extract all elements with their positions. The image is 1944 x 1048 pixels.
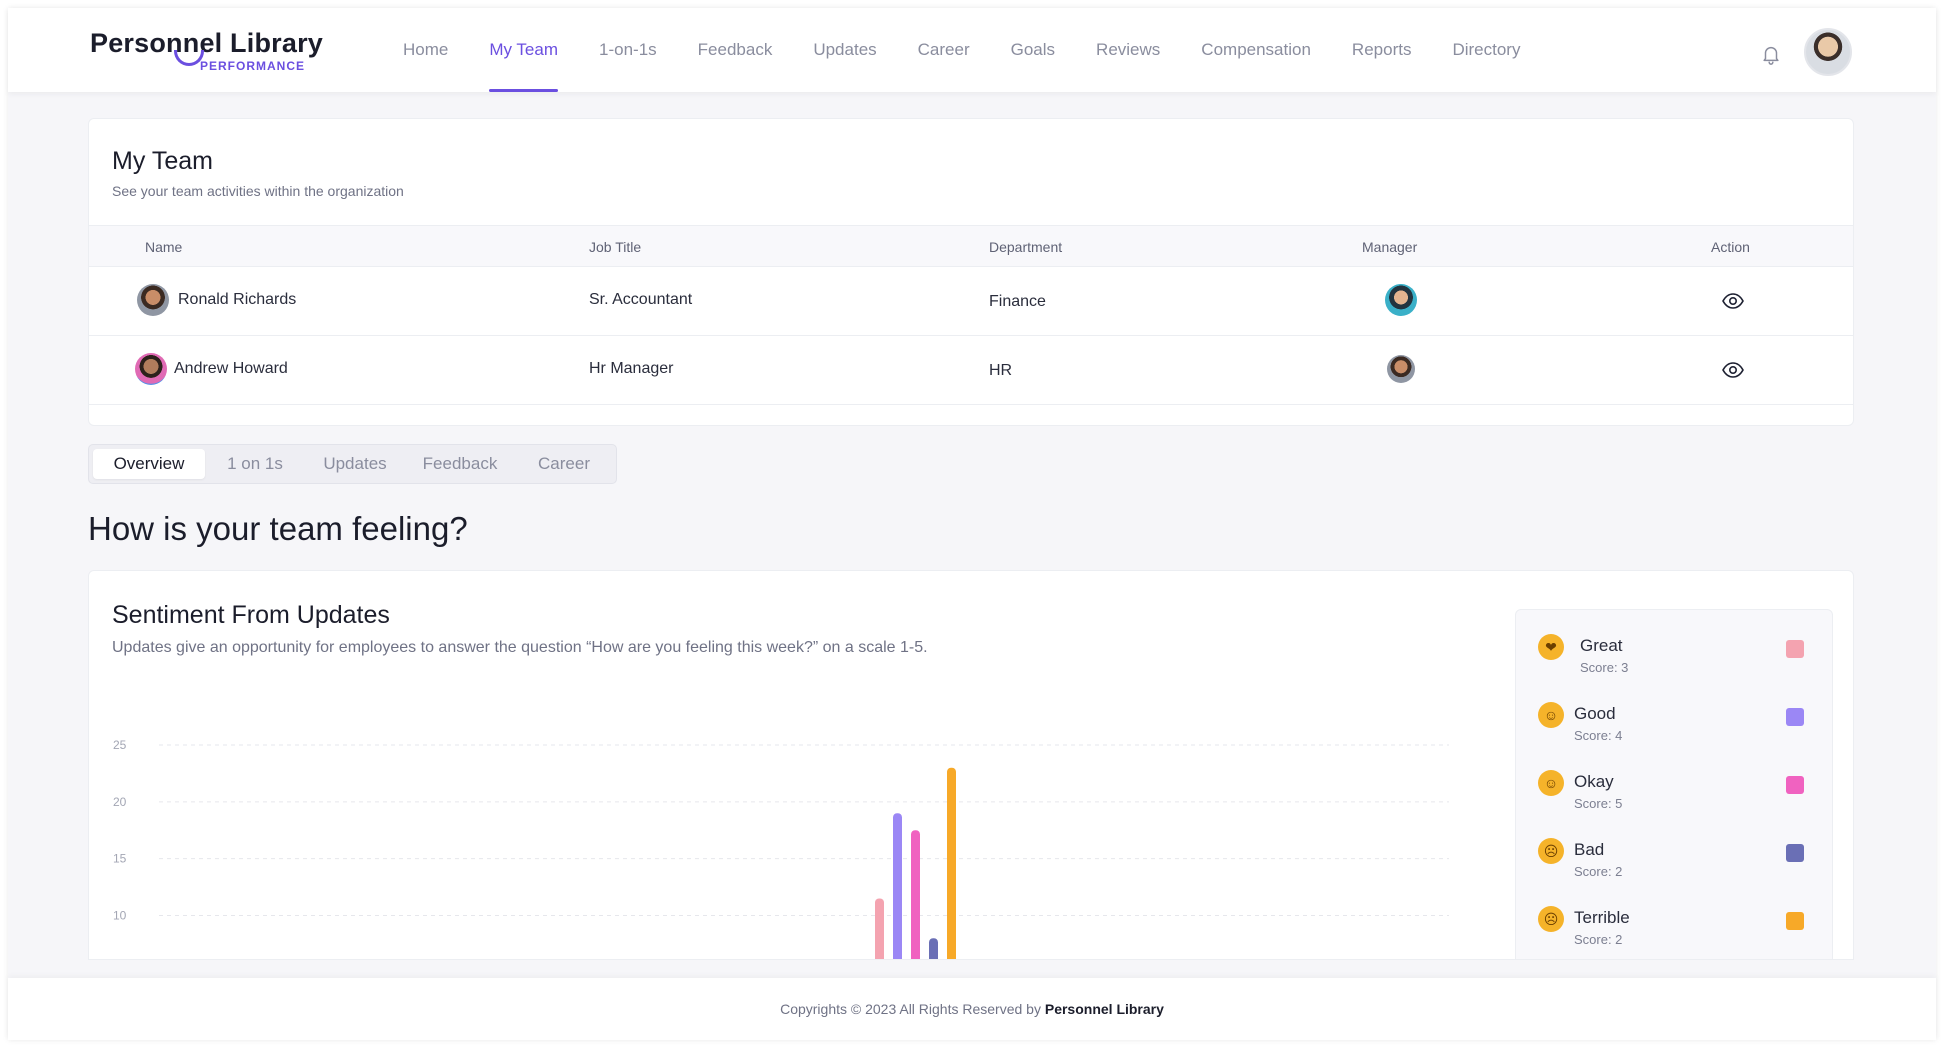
page-footer: Copyrights © 2023 All Rights Reserved by… [8,978,1936,1040]
footer-brand[interactable]: Personnel Library [1045,1001,1164,1017]
column-header-action: Action [1711,239,1750,255]
legend-item-good: ☺ Good Score: 4 [1516,702,1832,762]
table-row[interactable]: Andrew Howard Hr Manager HR [89,336,1853,405]
bar-great[interactable] [875,898,884,960]
legend-label: Great [1580,636,1623,655]
app-shell: Personnel Library PERFORMANCE Home My Te… [8,8,1936,1040]
brand-subtitle: PERFORMANCE [200,59,306,73]
y-tick-label: 15 [113,852,127,866]
my-team-card: My Team See your team activities within … [88,118,1854,426]
avatar [137,284,169,316]
tab-overview[interactable]: Overview [93,449,205,479]
legend-swatch [1786,708,1804,726]
main-nav: Home My Team 1-on-1s Feedback Updates Ca… [403,8,1561,92]
column-header-name: Name [145,239,183,255]
tab-feedback[interactable]: Feedback [405,449,515,479]
bar-bad[interactable] [929,938,938,960]
legend-swatch [1786,640,1804,658]
tab-career[interactable]: Career [515,449,613,479]
legend-swatch [1786,844,1804,862]
column-header-job-title: Job Title [589,239,642,255]
my-team-subtitle: See your team activities within the orga… [112,183,404,199]
brand-logo[interactable]: Personnel Library PERFORMANCE [90,28,330,78]
user-avatar[interactable] [1804,28,1852,76]
nav-item-updates[interactable]: Updates [813,8,876,92]
legend-label: Good [1574,704,1616,723]
legend-label: Terrible [1574,908,1630,927]
tab-updates[interactable]: Updates [305,449,405,479]
employee-name: Andrew Howard [174,360,288,377]
nav-item-reports[interactable]: Reports [1352,8,1412,92]
legend-score: Score: 4 [1574,728,1623,743]
manager-avatar[interactable] [1387,355,1415,383]
job-title: Hr Manager [589,360,674,377]
legend-swatch [1786,776,1804,794]
nav-item-career[interactable]: Career [918,8,970,92]
nav-item-feedback[interactable]: Feedback [698,8,773,92]
frowning-emoji-icon: ☹ [1538,838,1564,864]
job-title: Sr. Accountant [589,291,693,308]
department: HR [989,362,1013,379]
legend-label: Okay [1574,772,1614,791]
legend-item-terrible: ☹ Terrible Score: 2 [1516,906,1832,959]
top-navigation-bar: Personnel Library PERFORMANCE Home My Te… [8,8,1936,92]
legend-score: Score: 5 [1574,796,1623,811]
legend-item-okay: ☺ Okay Score: 5 [1516,770,1832,830]
bell-icon[interactable] [1760,42,1782,66]
sentiment-legend: ❤ Great Score: 3 ☺ Good Score: 4 ☺ Okay … [1515,609,1833,959]
column-header-department: Department [989,239,1063,255]
team-table-header: Name Job Title Department Manager Action [89,225,1853,267]
y-tick-label: 20 [113,795,127,809]
nav-item-reviews[interactable]: Reviews [1096,8,1160,92]
smiling-emoji-icon: ☺ [1538,770,1564,796]
sentiment-subtitle: Updates give an opportunity for employee… [112,639,928,656]
legend-item-great: ❤ Great Score: 3 [1516,634,1832,694]
grinning-emoji-icon: ☺ [1538,702,1564,728]
heart-eyes-emoji-icon: ❤ [1538,634,1564,660]
legend-item-bad: ☹ Bad Score: 2 [1516,838,1832,898]
department: Finance [989,293,1046,310]
brand-name: Personnel Library [90,28,323,58]
legend-swatch [1786,912,1804,930]
y-tick-label: 10 [113,909,127,923]
legend-score: Score: 2 [1574,864,1623,879]
eye-icon[interactable] [1721,289,1745,313]
footer-copyright: Copyrights © 2023 All Rights Reserved by [780,1001,1045,1017]
y-tick-label: 25 [113,738,127,752]
tired-emoji-icon: ☹ [1538,906,1564,932]
nav-item-1-on-1s[interactable]: 1-on-1s [599,8,657,92]
manager-avatar[interactable] [1385,284,1417,316]
bar-good[interactable] [893,813,902,960]
sentiment-card: Sentiment From Updates Updates give an o… [88,570,1854,960]
sentiment-bar-chart: 25 20 15 10 [113,738,1449,960]
bar-okay[interactable] [911,830,920,960]
bar-terrible[interactable] [947,767,956,960]
nav-item-home[interactable]: Home [403,8,448,92]
legend-score: Score: 3 [1580,660,1629,675]
legend-score: Score: 2 [1574,932,1623,947]
legend-label: Bad [1574,840,1605,859]
sentiment-title: Sentiment From Updates [112,601,390,629]
team-tabs: Overview 1 on 1s Updates Feedback Career [88,444,617,484]
nav-item-directory[interactable]: Directory [1452,8,1520,92]
table-row[interactable]: Ronald Richards Sr. Accountant Finance [89,267,1853,336]
tab-1-on-1s[interactable]: 1 on 1s [205,449,305,479]
section-title: How is your team feeling? [88,510,468,547]
nav-item-compensation[interactable]: Compensation [1201,8,1311,92]
nav-item-my-team[interactable]: My Team [489,8,558,92]
eye-icon[interactable] [1721,358,1745,382]
avatar [135,353,167,385]
employee-name: Ronald Richards [178,291,297,308]
my-team-title: My Team [112,147,213,175]
column-header-manager: Manager [1362,239,1418,255]
nav-item-goals[interactable]: Goals [1011,8,1055,92]
